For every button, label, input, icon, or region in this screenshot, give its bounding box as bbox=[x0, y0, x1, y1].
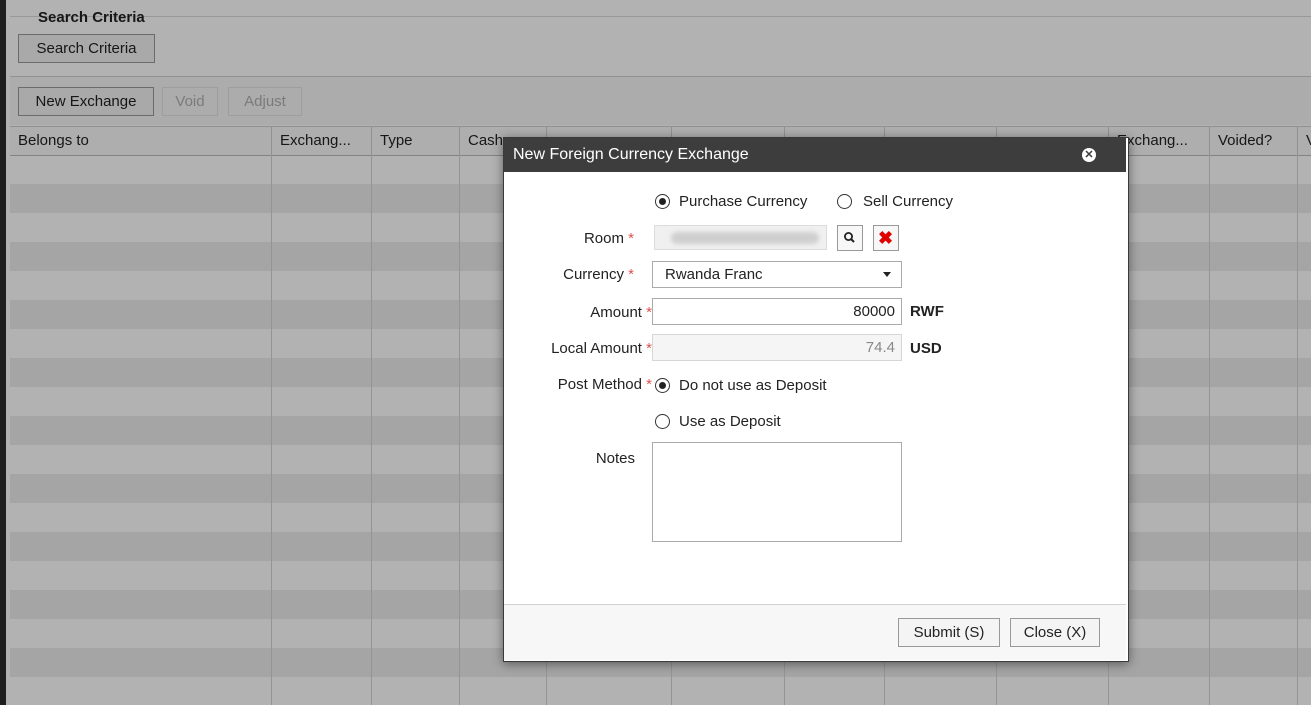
room-clear-button[interactable]: ✖ bbox=[873, 225, 899, 251]
new-exchange-dialog: New Foreign Currency Exchange ✕ Purchase… bbox=[503, 137, 1129, 662]
notes-textarea[interactable] bbox=[652, 442, 902, 542]
room-search-button[interactable] bbox=[837, 225, 863, 251]
use-as-deposit-radio[interactable] bbox=[655, 414, 670, 429]
chevron-down-icon bbox=[883, 272, 891, 277]
clear-x-icon: ✖ bbox=[878, 228, 894, 248]
room-value-redacted bbox=[671, 232, 819, 244]
currency-value: Rwanda Franc bbox=[665, 266, 763, 283]
use-as-deposit-label[interactable]: Use as Deposit bbox=[679, 413, 781, 430]
room-label: Room * bbox=[583, 230, 634, 247]
post-method-label: Post Method * bbox=[557, 376, 652, 393]
currency-select[interactable]: Rwanda Franc bbox=[652, 261, 902, 288]
currency-label: Currency * bbox=[563, 266, 634, 283]
do-not-use-deposit-radio[interactable] bbox=[655, 378, 670, 393]
purchase-currency-label[interactable]: Purchase Currency bbox=[679, 193, 807, 210]
dialog-title: New Foreign Currency Exchange bbox=[513, 146, 749, 163]
dialog-footer: Submit (S) Close (X) bbox=[504, 604, 1126, 660]
sell-currency-label[interactable]: Sell Currency bbox=[863, 193, 953, 210]
local-amount-input: 74.4 bbox=[652, 334, 902, 361]
local-amount-unit: USD bbox=[910, 340, 942, 357]
room-input[interactable] bbox=[654, 225, 827, 250]
local-amount-label: Local Amount * bbox=[551, 340, 652, 357]
amount-label: Amount * bbox=[590, 304, 652, 321]
sell-currency-radio[interactable] bbox=[837, 194, 852, 209]
dialog-header: New Foreign Currency Exchange ✕ bbox=[504, 138, 1126, 172]
amount-unit: RWF bbox=[910, 303, 944, 320]
do-not-use-deposit-label[interactable]: Do not use as Deposit bbox=[679, 377, 827, 394]
submit-button[interactable]: Submit (S) bbox=[898, 618, 1000, 647]
amount-input[interactable]: 80000 bbox=[652, 298, 902, 325]
search-icon bbox=[844, 232, 855, 243]
notes-label: Notes bbox=[595, 450, 635, 467]
purchase-currency-radio[interactable] bbox=[655, 194, 670, 209]
close-button[interactable]: Close (X) bbox=[1010, 618, 1100, 647]
close-circle-icon[interactable]: ✕ bbox=[1082, 148, 1096, 162]
